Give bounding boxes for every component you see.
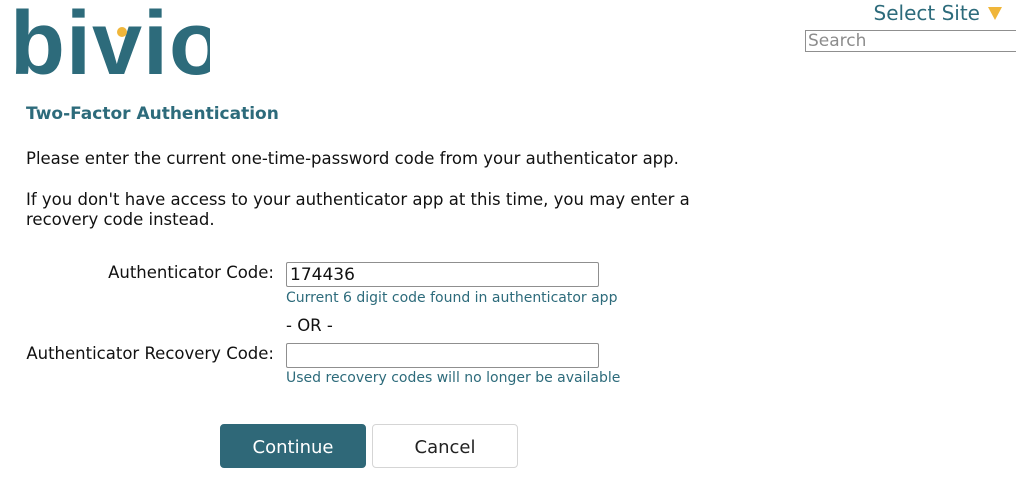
recovery-instruction: If you don't have access to your authent… xyxy=(26,190,690,229)
or-separator: - OR - xyxy=(286,316,333,335)
authenticator-code-hint: Current 6 digit code found in authentica… xyxy=(286,290,618,306)
cancel-button[interactable]: Cancel xyxy=(372,424,518,468)
authenticator-code-input[interactable] xyxy=(286,262,599,287)
page-title: Two-Factor Authentication xyxy=(26,104,279,124)
logo-text: bivio xyxy=(10,2,210,82)
recovery-code-label: Authenticator Recovery Code: xyxy=(26,344,274,363)
continue-button[interactable]: Continue xyxy=(220,424,366,468)
bivio-logo-mark: bivio xyxy=(10,0,224,94)
search-input[interactable] xyxy=(805,30,1016,52)
bivio-logo[interactable]: bivio xyxy=(10,0,224,94)
select-site-label: Select Site xyxy=(873,1,980,25)
logo-accent-dot xyxy=(117,27,127,37)
recovery-code-hint: Used recovery codes will no longer be av… xyxy=(286,370,621,386)
select-site-dropdown[interactable]: Select Site xyxy=(874,1,1002,25)
triangle-down-icon xyxy=(988,7,1002,20)
recovery-code-input[interactable] xyxy=(286,343,599,368)
authenticator-instruction: Please enter the current one-time-passwo… xyxy=(26,149,679,168)
authenticator-code-label: Authenticator Code: xyxy=(108,263,274,282)
